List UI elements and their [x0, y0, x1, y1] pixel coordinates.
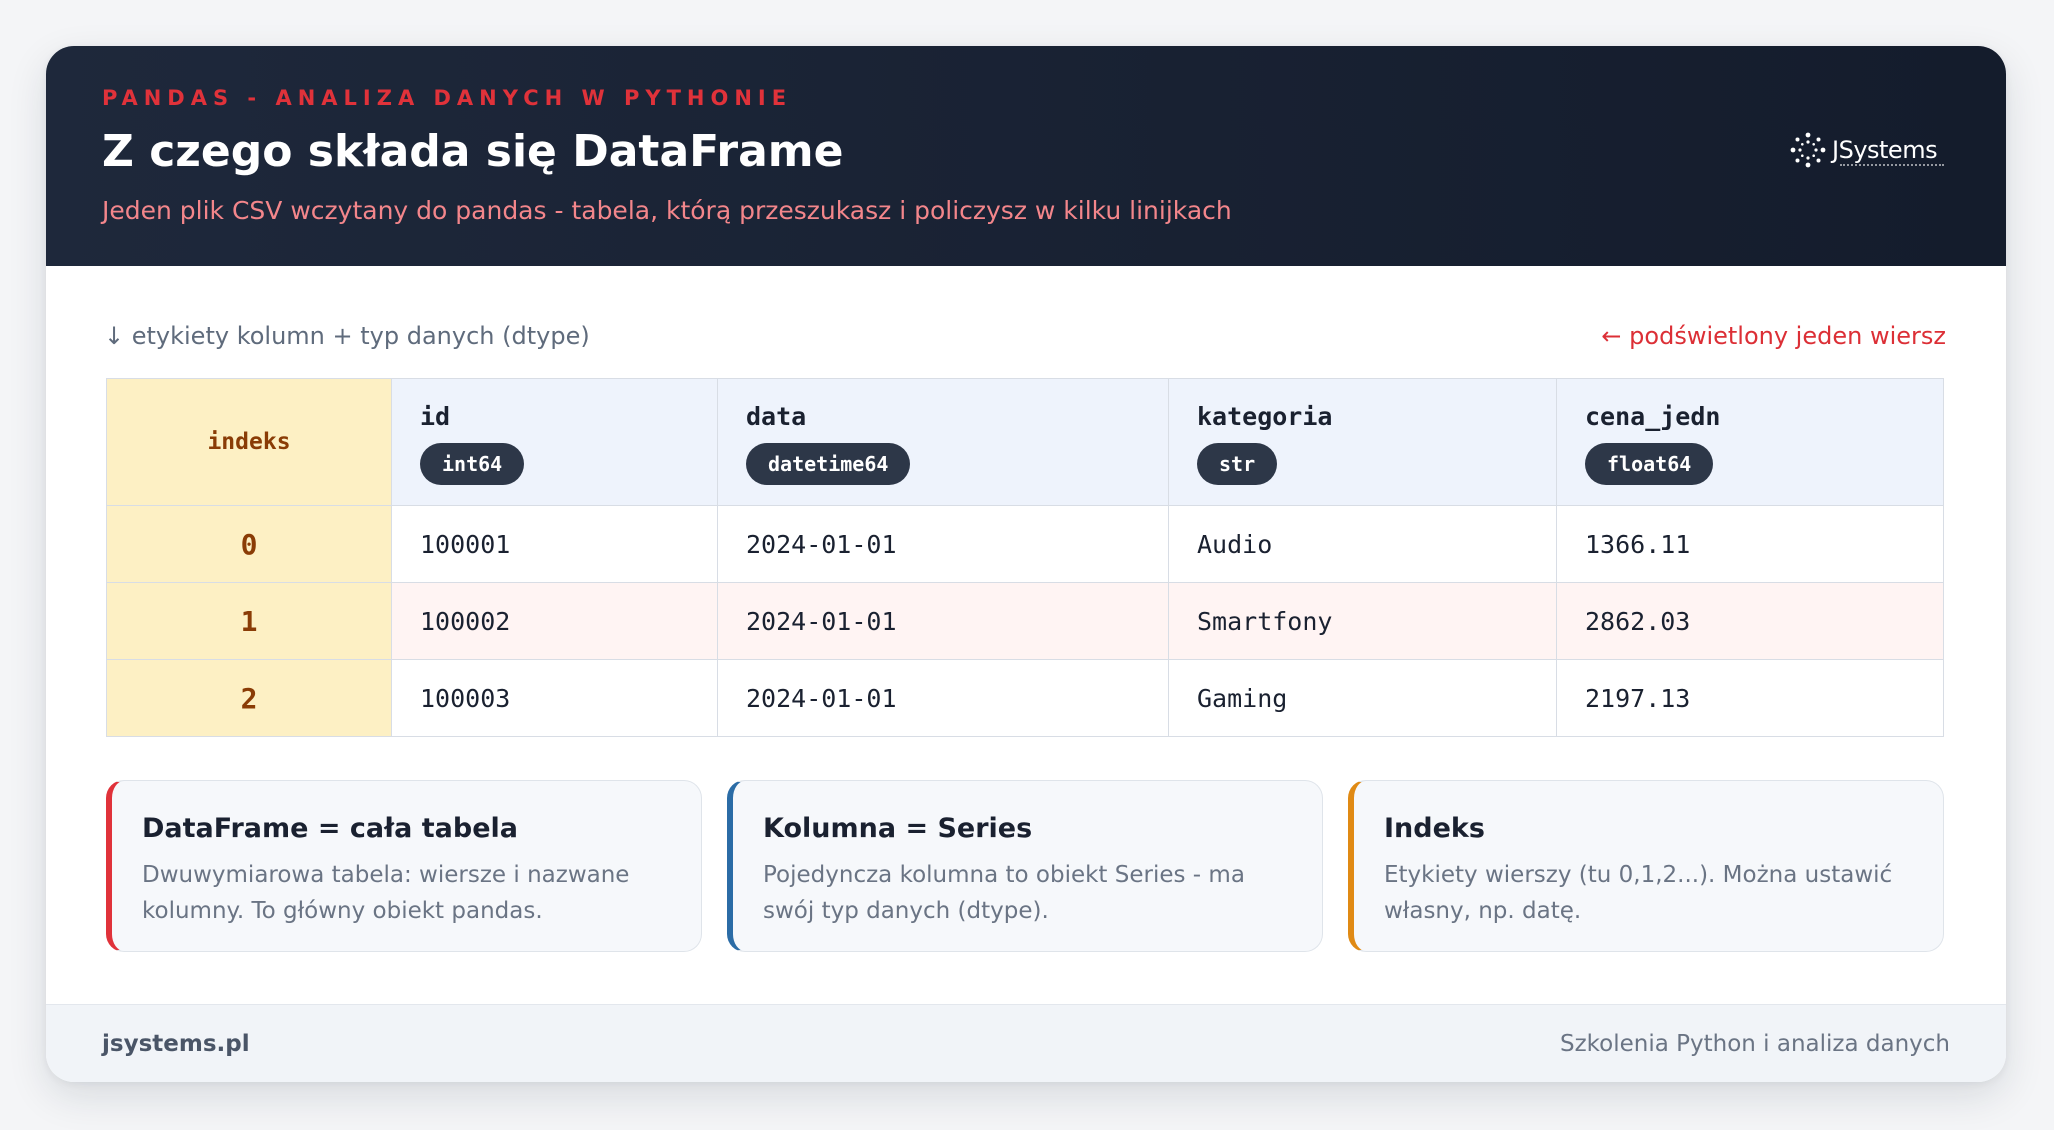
- row-index: 0: [107, 506, 391, 582]
- table-cell: Smartfony: [1168, 583, 1556, 659]
- dtype-badge: datetime64: [746, 442, 911, 485]
- footer-bar: jsystems.pl Szkolenia Python i analiza d…: [46, 1004, 2006, 1082]
- info-card-index: Indeks Etykiety wierszy (tu 0,1,2...). M…: [1348, 780, 1944, 952]
- sparkle-dots-icon: [1790, 132, 1826, 168]
- slide-card: PANDAS - ANALIZA DANYCH W PYTHONIE Z cze…: [46, 46, 2006, 1082]
- table-cell: Audio: [1168, 506, 1556, 582]
- dtype-badge: str: [1197, 442, 1278, 485]
- table-cell: 1366.11: [1556, 506, 1943, 582]
- dataframe-table: indeks id int64 data datetime64 kategori…: [106, 378, 1944, 737]
- info-card-text: Pojedyncza kolumna to obiekt Series - ma…: [763, 862, 1245, 924]
- row-hint: ← podświetlony jeden wiersz: [1601, 322, 1946, 350]
- row-index: 2: [107, 660, 391, 736]
- brand-logo: JSystems: [1790, 132, 1950, 176]
- dtype-badge: float64: [1585, 442, 1714, 485]
- column-header: id int64: [391, 379, 717, 505]
- table-row-highlighted: 1 100002 2024-01-01 Smartfony 2862.03: [107, 582, 1943, 659]
- column-name: id: [420, 401, 451, 431]
- table-cell: 2024-01-01: [717, 660, 1168, 736]
- logo-tagline: [1840, 164, 1944, 169]
- table-header-row: indeks id int64 data datetime64 kategori…: [107, 379, 1943, 505]
- header-banner: PANDAS - ANALIZA DANYCH W PYTHONIE Z cze…: [46, 46, 2006, 266]
- column-header: data datetime64: [717, 379, 1168, 505]
- column-name: data: [746, 401, 807, 431]
- table-row: 2 100003 2024-01-01 Gaming 2197.13: [107, 659, 1943, 736]
- info-card-series: Kolumna = Series Pojedyncza kolumna to o…: [727, 780, 1323, 952]
- column-name: cena_jedn: [1585, 401, 1721, 431]
- info-card-text: Etykiety wierszy (tu 0,1,2...). Można us…: [1384, 862, 1893, 924]
- footer-site: jsystems.pl: [102, 1031, 250, 1057]
- info-card-title: Kolumna = Series: [763, 813, 1033, 844]
- eyebrow-label: PANDAS - ANALIZA DANYCH W PYTHONIE: [102, 86, 793, 110]
- info-card-dataframe: DataFrame = cała tabela Dwuwymiarowa tab…: [106, 780, 702, 952]
- table-cell: 100003: [391, 660, 717, 736]
- table-cell: 2024-01-01: [717, 583, 1168, 659]
- columns-hint: ↓ etykiety kolumn + typ danych (dtype): [104, 322, 590, 350]
- footer-tagline: Szkolenia Python i analiza danych: [1559, 1031, 1950, 1057]
- info-card-title: DataFrame = cała tabela: [142, 813, 518, 844]
- page-subtitle: Jeden plik CSV wczytany do pandas - tabe…: [102, 196, 1232, 225]
- index-header: indeks: [107, 379, 391, 505]
- info-card-text: Dwuwymiarowa tabela: wiersze i nazwane k…: [142, 862, 630, 924]
- table-cell: 100001: [391, 506, 717, 582]
- page-title: Z czego składa się DataFrame: [102, 126, 844, 177]
- table-cell: 2197.13: [1556, 660, 1943, 736]
- column-name: kategoria: [1197, 401, 1333, 431]
- row-index: 1: [107, 583, 391, 659]
- info-card-title: Indeks: [1384, 813, 1485, 844]
- table-row: 0 100001 2024-01-01 Audio 1366.11: [107, 505, 1943, 582]
- column-header: kategoria str: [1168, 379, 1556, 505]
- table-cell: 2862.03: [1556, 583, 1943, 659]
- table-cell: Gaming: [1168, 660, 1556, 736]
- table-cell: 2024-01-01: [717, 506, 1168, 582]
- table-cell: 100002: [391, 583, 717, 659]
- info-cards: DataFrame = cała tabela Dwuwymiarowa tab…: [106, 780, 1944, 952]
- dtype-badge: int64: [420, 442, 525, 485]
- column-header: cena_jedn float64: [1556, 379, 1943, 505]
- logo-wordmark: JSystems: [1832, 136, 1938, 164]
